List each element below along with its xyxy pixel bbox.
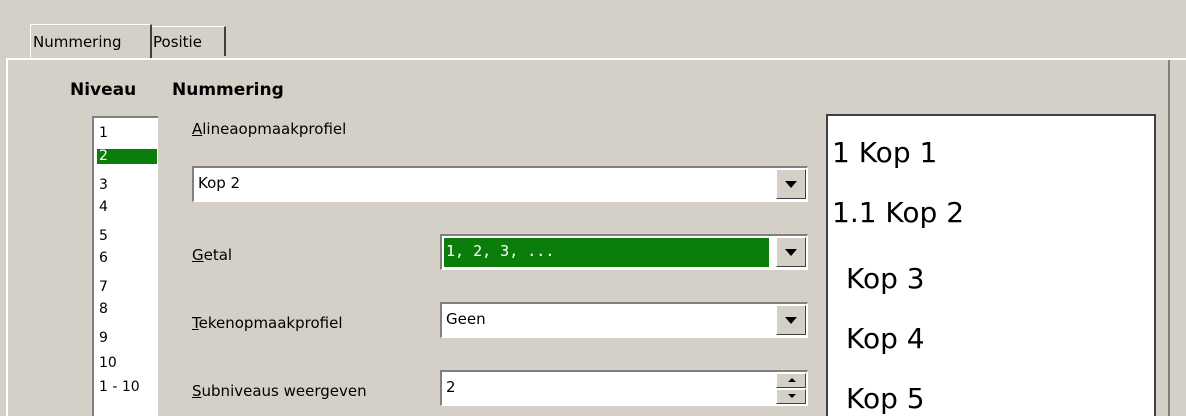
- spin-up-button[interactable]: [776, 373, 806, 388]
- outline-numbering-dialog: Nummering Positie Niveau Nummering 1 2 3…: [0, 0, 1186, 416]
- caret-up-icon: [788, 378, 796, 382]
- char-style-value: Geen: [446, 310, 486, 328]
- number-label: Getal: [192, 246, 232, 264]
- char-style-select[interactable]: Geen: [440, 302, 808, 338]
- level-item-5[interactable]: 5: [97, 229, 157, 244]
- sublevels-spin-buttons: [776, 373, 806, 404]
- sublevels-value: 2: [446, 378, 456, 396]
- sublevels-spinner[interactable]: 2: [440, 370, 808, 406]
- tab-positie-label: Positie: [153, 33, 202, 51]
- level-item-10[interactable]: 10: [97, 356, 157, 371]
- preview-line-1: 1 Kop 1: [832, 136, 938, 169]
- chevron-down-icon: [785, 317, 797, 324]
- tab-positie[interactable]: Positie: [150, 26, 226, 56]
- level-item-9[interactable]: 9: [97, 331, 157, 346]
- tab-nummering[interactable]: Nummering: [30, 24, 152, 58]
- chevron-down-icon: [785, 249, 797, 256]
- preview-line-4: Kop 4: [846, 322, 925, 355]
- preview-line-3: Kop 3: [846, 262, 925, 295]
- number-accel: G: [192, 246, 204, 264]
- level-item-3[interactable]: 3: [97, 178, 157, 193]
- number-format-select[interactable]: 1, 2, 3, ...: [440, 234, 808, 270]
- level-item-7[interactable]: 7: [97, 280, 157, 295]
- numbering-preview: 1 Kop 1 1.1 Kop 2 Kop 3 Kop 4 Kop 5: [826, 114, 1156, 416]
- caret-down-icon: [788, 394, 796, 398]
- chevron-down-icon: [785, 181, 797, 188]
- preview-line-2: 1.1 Kop 2: [832, 196, 965, 229]
- paragraph-style-accel: A: [192, 120, 203, 138]
- char-style-dropdown-button[interactable]: [776, 305, 806, 335]
- panel-right-edge: [1168, 58, 1170, 416]
- paragraph-style-dropdown-button[interactable]: [776, 169, 806, 199]
- char-style-label: Tekenopmaakprofiel: [192, 314, 343, 332]
- number-format-dropdown-button[interactable]: [776, 237, 806, 267]
- numbering-heading: Nummering: [172, 80, 284, 100]
- preview-line-5: Kop 5: [846, 382, 925, 415]
- paragraph-style-select[interactable]: Kop 2: [192, 166, 808, 202]
- number-label-text: etal: [203, 246, 233, 264]
- paragraph-style-label-text: lineaopmaakprofiel: [202, 120, 347, 138]
- level-item-1[interactable]: 1: [97, 126, 157, 141]
- char-style-accel: T: [192, 314, 199, 332]
- panel-left-edge: [6, 58, 8, 416]
- sublevels-label-text: ubniveaus weergeven: [201, 382, 367, 400]
- level-item-2[interactable]: 2: [97, 149, 157, 164]
- char-style-label-text: ekenopmaakprofiel: [198, 314, 343, 332]
- tab-nummering-label: Nummering: [33, 33, 122, 51]
- spin-down-button[interactable]: [776, 389, 806, 404]
- level-item-8[interactable]: 8: [97, 302, 157, 317]
- paragraph-style-label: Alineaopmaakprofiel: [192, 120, 346, 138]
- tab-strip-border: [6, 58, 1186, 60]
- number-format-value: 1, 2, 3, ...: [446, 242, 555, 260]
- paragraph-style-value: Kop 2: [198, 174, 241, 192]
- level-item-4[interactable]: 4: [97, 200, 157, 215]
- sublevels-accel: S: [192, 382, 202, 400]
- level-list[interactable]: 1 2 3 4 5 6 7 8 9 10 1 - 10: [92, 116, 158, 416]
- sublevels-label: Subniveaus weergeven: [192, 382, 367, 400]
- level-item-1-10[interactable]: 1 - 10: [97, 380, 157, 395]
- level-heading: Niveau: [70, 80, 137, 100]
- level-item-6[interactable]: 6: [97, 251, 157, 266]
